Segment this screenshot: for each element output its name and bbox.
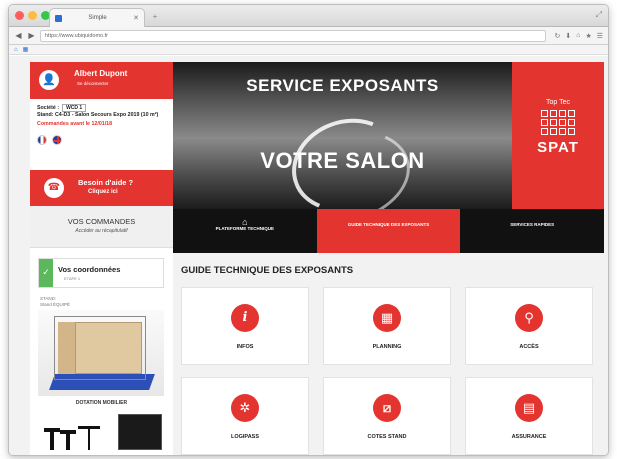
orders-title: VOS COMMANDES (67, 217, 136, 226)
spat-top-text: Top Tec (546, 99, 570, 106)
badge-icon: ✲ (231, 394, 259, 422)
forward-arrow-icon[interactable]: ▶ (27, 31, 36, 40)
spat-grid-icon (512, 110, 604, 135)
user-avatar-icon: 👤 (39, 70, 59, 90)
french-flag-icon[interactable] (37, 135, 47, 145)
ruler-icon: ⧄ (373, 394, 401, 422)
close-tab-icon[interactable]: ✕ (133, 14, 139, 22)
tile-label: COTES STAND (367, 434, 407, 440)
url-text: https://www.ubiquidomo.fr (45, 32, 108, 39)
address-bar: ◀ ▶ https://www.ubiquidomo.fr ↻ ⬇ ⌂ ★ ☰ (9, 27, 608, 45)
user-name: Albert Dupont (74, 69, 128, 78)
tile-infos[interactable]: i INFOS (181, 287, 309, 365)
tile-label: PLANNING (372, 344, 402, 350)
sidebar: 👤 Albert Dupont Se déconnecter Société :… (30, 62, 173, 455)
minimize-window-button[interactable] (28, 11, 37, 20)
nav-guide[interactable]: GUIDE TECHNIQUE DES EXPOSANTS (316, 209, 461, 253)
stand-meta: STAND: Stand ÉQUIPÉ (30, 288, 173, 308)
banner-image: SERVICE EXPOSANTS VOTRE SALON (173, 62, 512, 209)
tile-logipass[interactable]: ✲ LOGIPASS (181, 377, 309, 455)
nav-platform-label: PLATEFORME TECHNIQUE (215, 226, 275, 231)
stand-preview-image (38, 310, 164, 396)
chair-leg (66, 430, 70, 450)
check-icon: ✓ (39, 259, 53, 287)
tile-label: ASSURANCE (511, 434, 547, 440)
map-pin-icon: ⚲ (515, 304, 543, 332)
orders-subtitle: Accéder au récapitulatif (75, 228, 128, 234)
coordinates-step[interactable]: ✓ Vos coordonnées ETAPE 1 (38, 258, 164, 288)
english-flag-icon[interactable] (52, 135, 62, 145)
browser-window: Simple ✕ + ⤢ ◀ ▶ https://www.ubiquidomo.… (8, 4, 609, 456)
hero-banner: SERVICE EXPOSANTS VOTRE SALON Top Tec SP… (173, 62, 604, 209)
favicon-icon (55, 14, 62, 22)
orders-link[interactable]: VOS COMMANDES Accéder au récapitulatif (30, 206, 173, 248)
spat-logo: SPAT (537, 139, 579, 156)
table-leg (88, 426, 90, 450)
coordinates-step-label: ETAPE 1 (64, 276, 81, 281)
close-window-button[interactable] (15, 11, 24, 20)
exhibitor-info: Société : WCD 1 Stand: C4-D3 - Salon Sec… (30, 99, 173, 167)
furniture-title: DOTATION MOBILIER (75, 400, 128, 406)
stand-type: Stand ÉQUIPÉ (40, 302, 71, 307)
guide-tiles: i INFOS ▦ PLANNING ⚲ ACCÈS ✲ LOGIPASS ⧄ (181, 287, 593, 455)
bookmark-grid-icon[interactable]: ▦ (23, 46, 29, 53)
tile-label: ACCÈS (519, 344, 539, 350)
calendar-icon: ▦ (373, 304, 401, 332)
bookmarks-bar: ⌂ ▦ (9, 45, 608, 55)
document-icon: ▤ (515, 394, 543, 422)
window-controls (15, 11, 50, 20)
title-bar: Simple ✕ + ⤢ (9, 5, 608, 27)
bookmark-home-icon[interactable]: ⌂ (14, 47, 18, 53)
user-panel: 👤 Albert Dupont Se déconnecter (30, 62, 173, 99)
coordinates-title: Vos coordonnées (58, 265, 121, 274)
language-switcher (37, 135, 166, 145)
furniture-preview-image (38, 410, 164, 450)
tile-label: INFOS (236, 344, 254, 350)
nav-services[interactable]: SERVICES RAPIDES (460, 209, 604, 253)
nav-platform[interactable]: ⌂ PLATEFORME TECHNIQUE (173, 209, 317, 253)
main-area: SERVICE EXPOSANTS VOTRE SALON Top Tec SP… (173, 62, 604, 455)
nav-services-label: SERVICES RAPIDES (510, 222, 555, 227)
order-deadline: Commandes avant le 12/01/18 (37, 121, 113, 127)
home-outline-icon: ⌂ (242, 217, 248, 227)
download-icon[interactable]: ⬇ (565, 32, 571, 40)
home-icon[interactable]: ⌂ (576, 32, 580, 40)
menu-icon[interactable]: ☰ (597, 32, 603, 40)
phone-icon: ☎ (44, 178, 64, 198)
url-input[interactable]: https://www.ubiquidomo.fr (40, 29, 547, 42)
main-nav: ⌂ PLATEFORME TECHNIQUE GUIDE TECHNIQUE D… (173, 209, 604, 253)
logout-link[interactable]: Se déconnecter (77, 81, 109, 86)
company-row: Société : WCD 1 (37, 104, 166, 112)
page-content: 👤 Albert Dupont Se déconnecter Société :… (9, 56, 608, 455)
company-select[interactable]: WCD 1 (62, 104, 87, 112)
browser-toolbar: ↻ ⬇ ⌂ ★ ☰ (554, 32, 603, 40)
nav-guide-label: GUIDE TECHNIQUE DES EXPOSANTS (347, 222, 430, 227)
stand-info: Stand: C4-D3 - Salon Secours Expo 2019 (… (37, 112, 159, 118)
tile-assurance[interactable]: ▤ ASSURANCE (465, 377, 593, 455)
help-title: Besoin d'aide ? (78, 178, 134, 187)
help-button[interactable]: ☎ Besoin d'aide ? Cliquez ici (30, 170, 173, 206)
banner-subtitle: VOTRE SALON (260, 148, 425, 173)
info-icon: i (231, 304, 259, 332)
browser-tab[interactable]: Simple ✕ (49, 8, 145, 27)
reload-icon[interactable]: ↻ (554, 32, 560, 40)
back-arrow-icon[interactable]: ◀ (14, 31, 23, 40)
help-subtitle: Cliquez ici (88, 189, 118, 195)
chair-leg (50, 428, 54, 450)
banner-title: SERVICE EXPOSANTS (246, 76, 439, 95)
spat-logo-panel: Top Tec SPAT (512, 62, 604, 209)
tile-label: LOGIPASS (230, 434, 259, 440)
fullscreen-icon[interactable]: ⤢ (596, 10, 602, 20)
tab-title: Simple (88, 15, 107, 21)
new-tab-button[interactable]: + (149, 11, 161, 23)
tile-acces[interactable]: ⚲ ACCÈS (465, 287, 593, 365)
tile-planning[interactable]: ▦ PLANNING (323, 287, 451, 365)
cabinet (118, 414, 162, 450)
stand-frame (54, 316, 146, 380)
company-label: Société : (37, 104, 60, 111)
tile-cotes-stand[interactable]: ⧄ COTES STAND (323, 377, 451, 455)
section-title: GUIDE TECHNIQUE DES EXPOSANTS (181, 265, 354, 276)
bookmark-icon[interactable]: ★ (585, 32, 591, 40)
